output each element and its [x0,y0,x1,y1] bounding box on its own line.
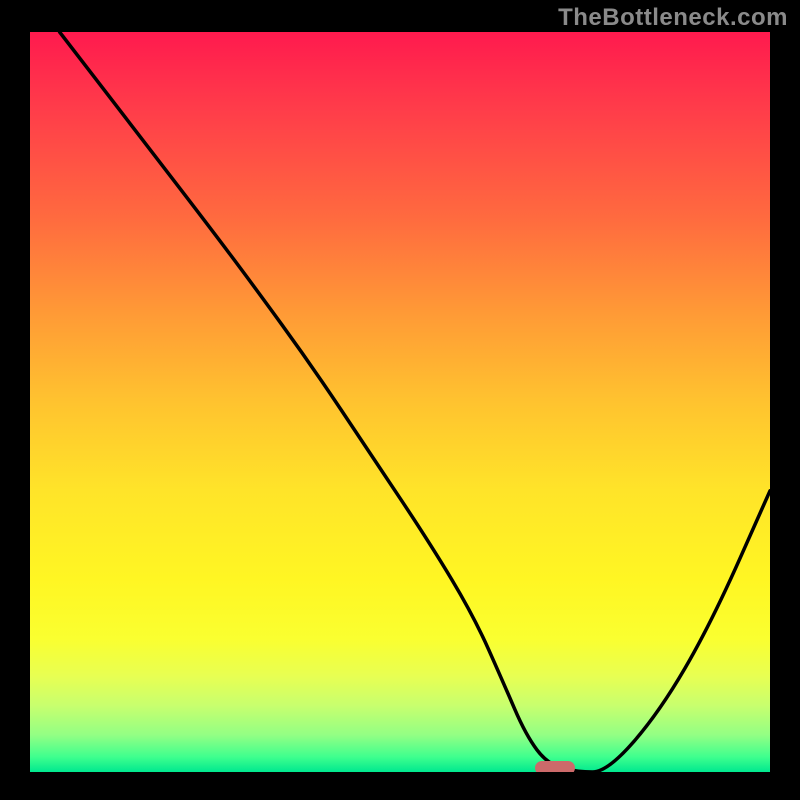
chart-frame: TheBottleneck.com [0,0,800,800]
optimal-marker [535,761,575,772]
curve-path [60,32,770,772]
watermark-text: TheBottleneck.com [558,4,788,32]
plot-area [30,32,770,772]
curve-svg [30,32,770,772]
